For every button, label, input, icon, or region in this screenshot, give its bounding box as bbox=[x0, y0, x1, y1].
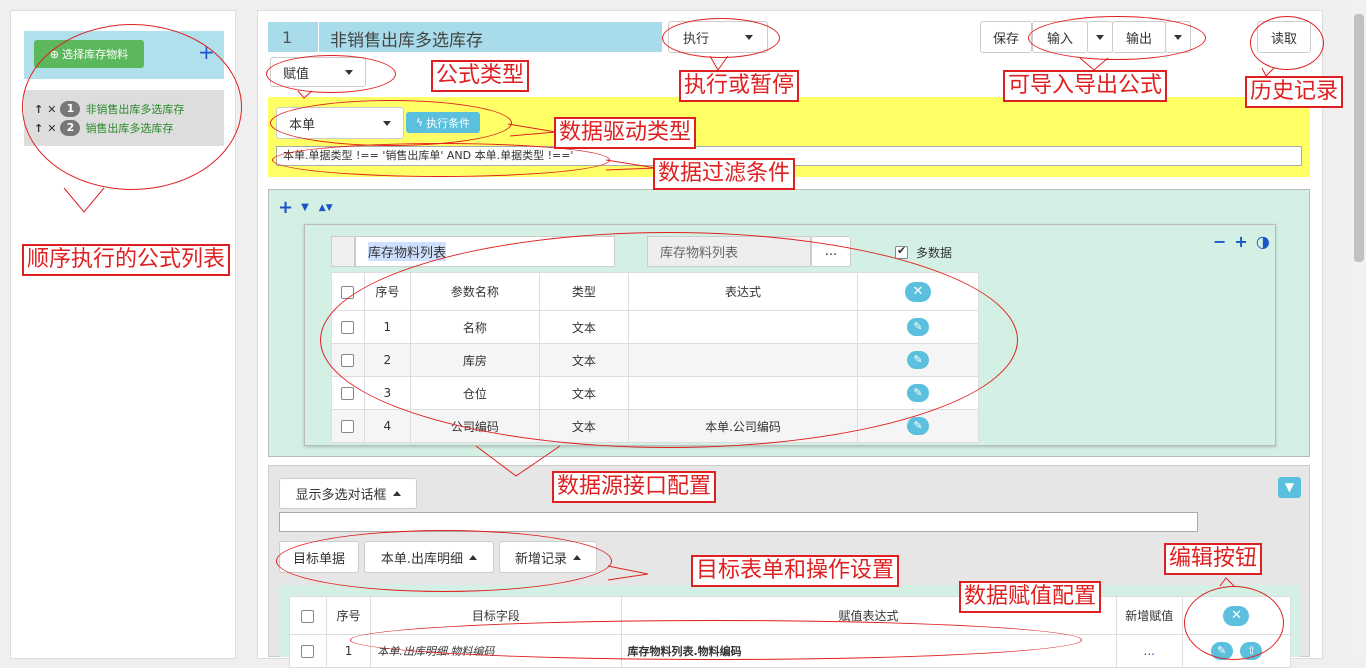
dialog-textarea[interactable] bbox=[279, 512, 1198, 532]
annotation-history: 历史记录 bbox=[1245, 76, 1344, 108]
move-down-icon[interactable]: ▼ bbox=[326, 203, 333, 213]
annotation-outline bbox=[1250, 16, 1324, 70]
annotation-outline bbox=[276, 530, 612, 592]
datasource-toolbar: + ▼ ▲ ▼ bbox=[278, 197, 333, 218]
row-checkbox[interactable] bbox=[301, 645, 315, 658]
chevron-up-icon bbox=[392, 491, 401, 496]
annotation-edit-buttons: 编辑按钮 bbox=[1164, 543, 1263, 575]
annotation-outline bbox=[266, 55, 396, 93]
annotation-datasource-config: 数据源接口配置 bbox=[552, 471, 717, 503]
plus-icon[interactable]: + bbox=[1234, 232, 1247, 251]
row-checkbox[interactable] bbox=[341, 420, 355, 433]
annotation-target-config: 目标表单和操作设置 bbox=[691, 555, 900, 587]
column-header: 新增赋值 bbox=[1115, 596, 1183, 635]
show-dialog-label: 显示多选对话框 bbox=[295, 488, 387, 503]
edit-icon[interactable]: ✎ bbox=[906, 417, 929, 435]
annotation-outline bbox=[1028, 16, 1206, 60]
formula-name[interactable]: 非销售出库多选库存 bbox=[330, 26, 483, 51]
annotation-assign-config: 数据赋值配置 bbox=[959, 581, 1102, 613]
filter-funnel-button[interactable]: ▼ bbox=[1278, 477, 1301, 498]
minus-icon[interactable]: − bbox=[1213, 232, 1226, 251]
new-assign-ellipsis[interactable]: ... bbox=[1115, 634, 1183, 668]
annotation-outline bbox=[22, 24, 242, 190]
add-icon[interactable]: + bbox=[278, 197, 293, 218]
row-number: 4 bbox=[363, 409, 412, 443]
datasource-name-prefix bbox=[331, 236, 355, 267]
annotation-formula-type: 公式类型 bbox=[431, 60, 530, 92]
column-header: 序号 bbox=[325, 596, 372, 635]
multi-data-checkbox[interactable]: ✔ 多数据 bbox=[895, 244, 952, 261]
title-divider bbox=[318, 22, 319, 52]
annotation-import-export: 可导入导出公式 bbox=[1003, 70, 1168, 102]
select-all-checkbox[interactable] bbox=[301, 609, 315, 623]
filter-icon: ▼ bbox=[1284, 480, 1295, 494]
annotation-exec-or-pause: 执行或暂停 bbox=[679, 70, 800, 102]
formula-number: 1 bbox=[282, 28, 293, 47]
select-all-cell bbox=[289, 596, 327, 635]
move-up-icon[interactable]: ▲ bbox=[319, 203, 326, 213]
annotation-outline bbox=[1184, 586, 1284, 660]
annotation-outline bbox=[662, 18, 780, 58]
annotation-driver-type: 数据驱动类型 bbox=[554, 117, 697, 149]
row-checkbox[interactable] bbox=[341, 387, 355, 400]
multi-data-label: 多数据 bbox=[916, 246, 953, 260]
datasource-card-tools: − + ◑ bbox=[1213, 232, 1270, 251]
checkbox-checked[interactable]: ✔ bbox=[895, 244, 908, 259]
scrollbar-thumb[interactable] bbox=[1354, 14, 1364, 262]
annotation-formula-list: 顺序执行的公式列表 bbox=[22, 244, 231, 276]
annotation-outline bbox=[320, 232, 1018, 448]
save-button[interactable]: 保存 bbox=[980, 21, 1032, 53]
datasource-name-value: 库存物料列表 bbox=[368, 242, 447, 261]
annotation-outline bbox=[270, 100, 512, 146]
annotation-outline bbox=[350, 620, 1082, 660]
show-dialog-button[interactable]: 显示多选对话框 bbox=[279, 478, 417, 509]
contrast-icon[interactable]: ◑ bbox=[1256, 232, 1270, 251]
chevron-down-icon[interactable]: ▼ bbox=[301, 202, 309, 213]
annotation-filter: 数据过滤条件 bbox=[653, 158, 796, 190]
